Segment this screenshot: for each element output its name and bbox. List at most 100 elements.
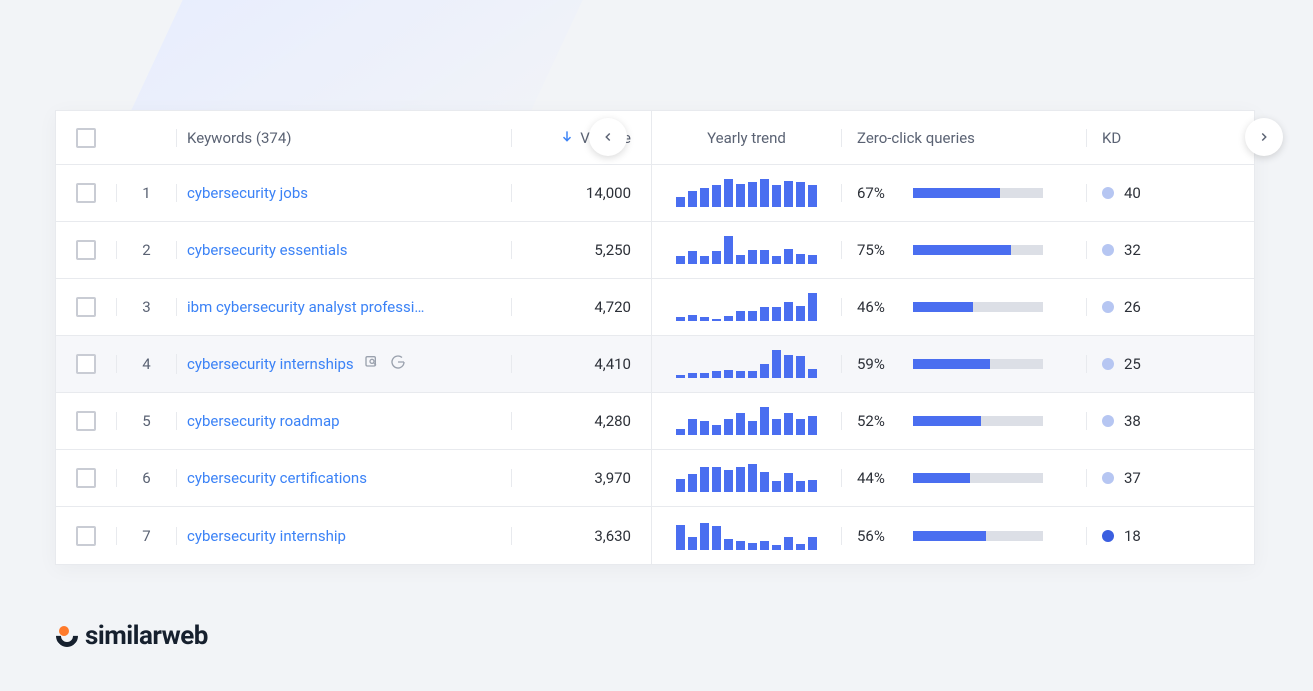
zeroclick-bar (913, 416, 1043, 426)
trend-sparkline (651, 393, 841, 449)
row-index: 5 (116, 412, 176, 430)
keywords-table: Keywords (374) Volume Yearly trend Zero-… (55, 110, 1255, 565)
kd-value: 18 (1124, 527, 1141, 545)
zeroclick-bar (913, 531, 1043, 541)
kd-difficulty-dot (1102, 358, 1114, 370)
row-checkbox[interactable] (76, 468, 96, 488)
row-checkbox[interactable] (76, 183, 96, 203)
table-row[interactable]: 4 cybersecurity internships 4,410 59% 25 (56, 336, 1254, 393)
kd-cell: 38 (1086, 412, 1206, 430)
brand-logo-text: similarweb (85, 621, 208, 651)
zeroclick-bar (913, 302, 1043, 312)
trend-sparkline (651, 222, 841, 278)
brand-logo: similarweb (55, 621, 208, 651)
zeroclick-cell: 46% (841, 298, 1086, 316)
zeroclick-pct: 46% (857, 298, 897, 316)
kd-difficulty-dot (1102, 530, 1114, 542)
kd-cell: 25 (1086, 355, 1206, 373)
keyword-link[interactable]: ibm cybersecurity analyst professi… (187, 298, 424, 316)
zeroclick-cell: 75% (841, 241, 1086, 259)
kd-cell: 40 (1086, 184, 1206, 202)
kd-difficulty-dot (1102, 415, 1114, 427)
volume-cell: 4,720 (511, 298, 651, 316)
row-checkbox[interactable] (76, 526, 96, 546)
kd-cell: 26 (1086, 298, 1206, 316)
zeroclick-cell: 44% (841, 469, 1086, 487)
trend-sparkline (651, 165, 841, 221)
volume-cell: 14,000 (511, 184, 651, 202)
table-row[interactable]: 1 cybersecurity jobs 14,000 67% 40 (56, 165, 1254, 222)
header-zeroclick[interactable]: Zero-click queries (841, 129, 1086, 147)
kd-value: 26 (1124, 298, 1141, 316)
serp-preview-icon[interactable] (364, 354, 380, 374)
zeroclick-cell: 56% (841, 527, 1086, 545)
zeroclick-pct: 67% (857, 184, 897, 202)
zeroclick-pct: 75% (857, 241, 897, 259)
zeroclick-cell: 59% (841, 355, 1086, 373)
keyword-link[interactable]: cybersecurity jobs (187, 184, 308, 202)
row-checkbox[interactable] (76, 297, 96, 317)
brand-logo-mark (55, 624, 79, 648)
chevron-left-icon (601, 130, 615, 144)
row-checkbox[interactable] (76, 411, 96, 431)
row-index: 2 (116, 241, 176, 259)
row-index: 3 (116, 298, 176, 316)
zeroclick-pct: 56% (857, 527, 897, 545)
kd-difficulty-dot (1102, 187, 1114, 199)
header-keywords[interactable]: Keywords (374) (176, 129, 511, 147)
keyword-link[interactable]: cybersecurity internship (187, 527, 346, 545)
row-checkbox[interactable] (76, 354, 96, 374)
kd-cell: 37 (1086, 469, 1206, 487)
table-row[interactable]: 7 cybersecurity internship 3,630 56% 18 (56, 507, 1254, 564)
kd-value: 38 (1124, 412, 1141, 430)
zeroclick-bar (913, 245, 1043, 255)
table-row[interactable]: 6 cybersecurity certifications 3,970 44% 37 (56, 450, 1254, 507)
volume-cell: 3,630 (511, 527, 651, 545)
keyword-link[interactable]: cybersecurity internships (187, 355, 354, 373)
header-volume[interactable]: Volume (511, 129, 651, 147)
zeroclick-cell: 67% (841, 184, 1086, 202)
table-header: Keywords (374) Volume Yearly trend Zero-… (56, 111, 1254, 165)
trend-sparkline (651, 279, 841, 335)
scroll-left-button[interactable] (589, 118, 627, 156)
row-index: 4 (116, 355, 176, 373)
kd-value: 40 (1124, 184, 1141, 202)
keyword-link[interactable]: cybersecurity roadmap (187, 412, 340, 430)
trend-sparkline (651, 336, 841, 392)
table-row[interactable]: 3 ibm cybersecurity analyst professi… 4,72… (56, 279, 1254, 336)
row-index: 6 (116, 469, 176, 487)
zeroclick-pct: 44% (857, 469, 897, 487)
row-index: 7 (116, 527, 176, 545)
row-index: 1 (116, 184, 176, 202)
zeroclick-bar (913, 359, 1043, 369)
zeroclick-cell: 52% (841, 412, 1086, 430)
header-trend[interactable]: Yearly trend (651, 111, 841, 164)
zeroclick-pct: 52% (857, 412, 897, 430)
table-row[interactable]: 5 cybersecurity roadmap 4,280 52% 38 (56, 393, 1254, 450)
trend-sparkline (651, 450, 841, 506)
volume-cell: 3,970 (511, 469, 651, 487)
header-kd[interactable]: KD (1086, 129, 1206, 147)
zeroclick-bar (913, 188, 1043, 198)
sort-desc-icon (560, 129, 574, 147)
kd-cell: 32 (1086, 241, 1206, 259)
volume-cell: 4,280 (511, 412, 651, 430)
google-icon[interactable] (390, 354, 406, 374)
volume-cell: 5,250 (511, 241, 651, 259)
volume-cell: 4,410 (511, 355, 651, 373)
keyword-link[interactable]: cybersecurity certifications (187, 469, 367, 487)
keyword-link[interactable]: cybersecurity essentials (187, 241, 347, 259)
select-all-checkbox[interactable] (76, 128, 96, 148)
kd-value: 25 (1124, 355, 1141, 373)
kd-cell: 18 (1086, 527, 1206, 545)
chevron-right-icon (1257, 130, 1271, 144)
kd-difficulty-dot (1102, 301, 1114, 313)
row-checkbox[interactable] (76, 240, 96, 260)
table-row[interactable]: 2 cybersecurity essentials 5,250 75% 32 (56, 222, 1254, 279)
kd-value: 37 (1124, 469, 1141, 487)
kd-difficulty-dot (1102, 244, 1114, 256)
zeroclick-pct: 59% (857, 355, 897, 373)
trend-sparkline (651, 507, 841, 564)
kd-difficulty-dot (1102, 472, 1114, 484)
scroll-right-button[interactable] (1245, 118, 1283, 156)
